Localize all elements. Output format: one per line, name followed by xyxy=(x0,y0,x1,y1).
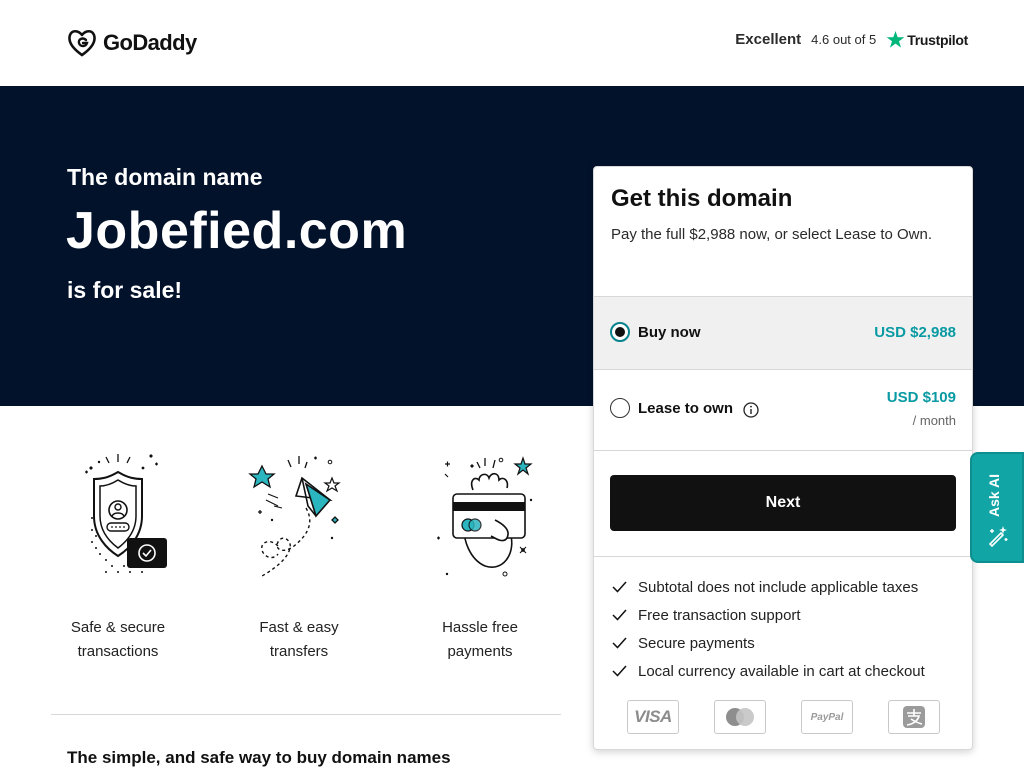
check-icon xyxy=(612,609,627,621)
benefit-item: Subtotal does not include applicable tax… xyxy=(594,576,972,604)
hero-post-text: is for sale! xyxy=(67,277,183,303)
logo-wordmark: GoDaddy xyxy=(103,30,197,55)
ask-ai-tab[interactable]: Ask AI xyxy=(970,452,1024,563)
benefit-item: Local currency available in cart at chec… xyxy=(594,660,972,688)
alipay-icon xyxy=(888,700,940,734)
magic-wand-icon xyxy=(988,526,1008,548)
card-title: Get this domain xyxy=(611,185,793,212)
payment-methods: VISA PayPal xyxy=(627,700,940,734)
lease-radio[interactable] xyxy=(610,398,630,418)
next-button[interactable]: Next xyxy=(610,475,956,531)
trustpilot-star-icon xyxy=(886,30,905,48)
trustpilot-brand: Trustpilot xyxy=(886,30,968,49)
trustpilot-rating[interactable]: Excellent 4.6 out of 5 Trustpilot xyxy=(735,30,968,49)
info-icon[interactable] xyxy=(743,402,759,418)
shield-secure-icon xyxy=(85,454,167,573)
ask-ai-label: Ask AI xyxy=(986,473,1002,517)
feature-fast-transfers: Fast & easy transfers xyxy=(224,450,374,664)
card-header: Get this domain Pay the full $2,988 now,… xyxy=(594,167,972,296)
rating-score: 4.6 out of 5 xyxy=(811,32,877,47)
benefit-item: Free transaction support xyxy=(594,604,972,632)
feature-label: Safe & secure transactions xyxy=(70,619,166,660)
section-title: The simple, and safe way to buy domain n… xyxy=(67,748,451,767)
buy-now-option[interactable]: Buy now USD $2,988 xyxy=(594,296,972,369)
paypal-icon: PayPal xyxy=(801,700,853,734)
section-divider xyxy=(51,714,561,715)
lease-option[interactable]: Lease to own USD $109 / month xyxy=(594,369,972,450)
benefit-item: Secure payments xyxy=(594,632,972,660)
check-icon xyxy=(612,581,627,593)
feature-label: Fast & easy transfers xyxy=(259,619,339,660)
feature-label: Hassle free payments xyxy=(442,619,518,660)
lease-price-unit: / month xyxy=(912,413,956,428)
hero-pre-text: The domain name xyxy=(67,164,263,190)
godaddy-logo-icon xyxy=(68,29,96,57)
lease-label: Lease to own xyxy=(638,400,734,417)
site-header: GoDaddy Excellent 4.6 out of 5 Trustpilo… xyxy=(0,0,1024,86)
buy-now-price: USD $2,988 xyxy=(874,324,956,341)
check-icon xyxy=(612,665,627,677)
hand-card-icon xyxy=(437,456,533,577)
card-subtitle: Pay the full $2,988 now, or select Lease… xyxy=(611,226,933,243)
benefits-list: Subtotal does not include applicable tax… xyxy=(594,556,972,688)
check-icon xyxy=(612,637,627,649)
visa-icon: VISA xyxy=(627,700,679,734)
paper-plane-icon xyxy=(248,456,341,577)
buy-now-radio[interactable] xyxy=(610,322,630,342)
trustpilot-label: Trustpilot xyxy=(907,31,968,48)
purchase-card: Get this domain Pay the full $2,988 now,… xyxy=(593,166,973,750)
godaddy-logo[interactable]: GoDaddy xyxy=(66,28,197,58)
feature-safe-secure: Safe & secure transactions xyxy=(43,450,193,664)
next-area: Next xyxy=(594,450,972,556)
lease-price: USD $109 xyxy=(886,389,956,406)
buy-now-label: Buy now xyxy=(638,324,701,341)
domain-name-heading: Jobefied.com xyxy=(66,202,408,260)
feature-hassle-free: Hassle free payments xyxy=(405,450,555,664)
mastercard-icon xyxy=(714,700,766,734)
rating-word: Excellent xyxy=(735,31,802,48)
